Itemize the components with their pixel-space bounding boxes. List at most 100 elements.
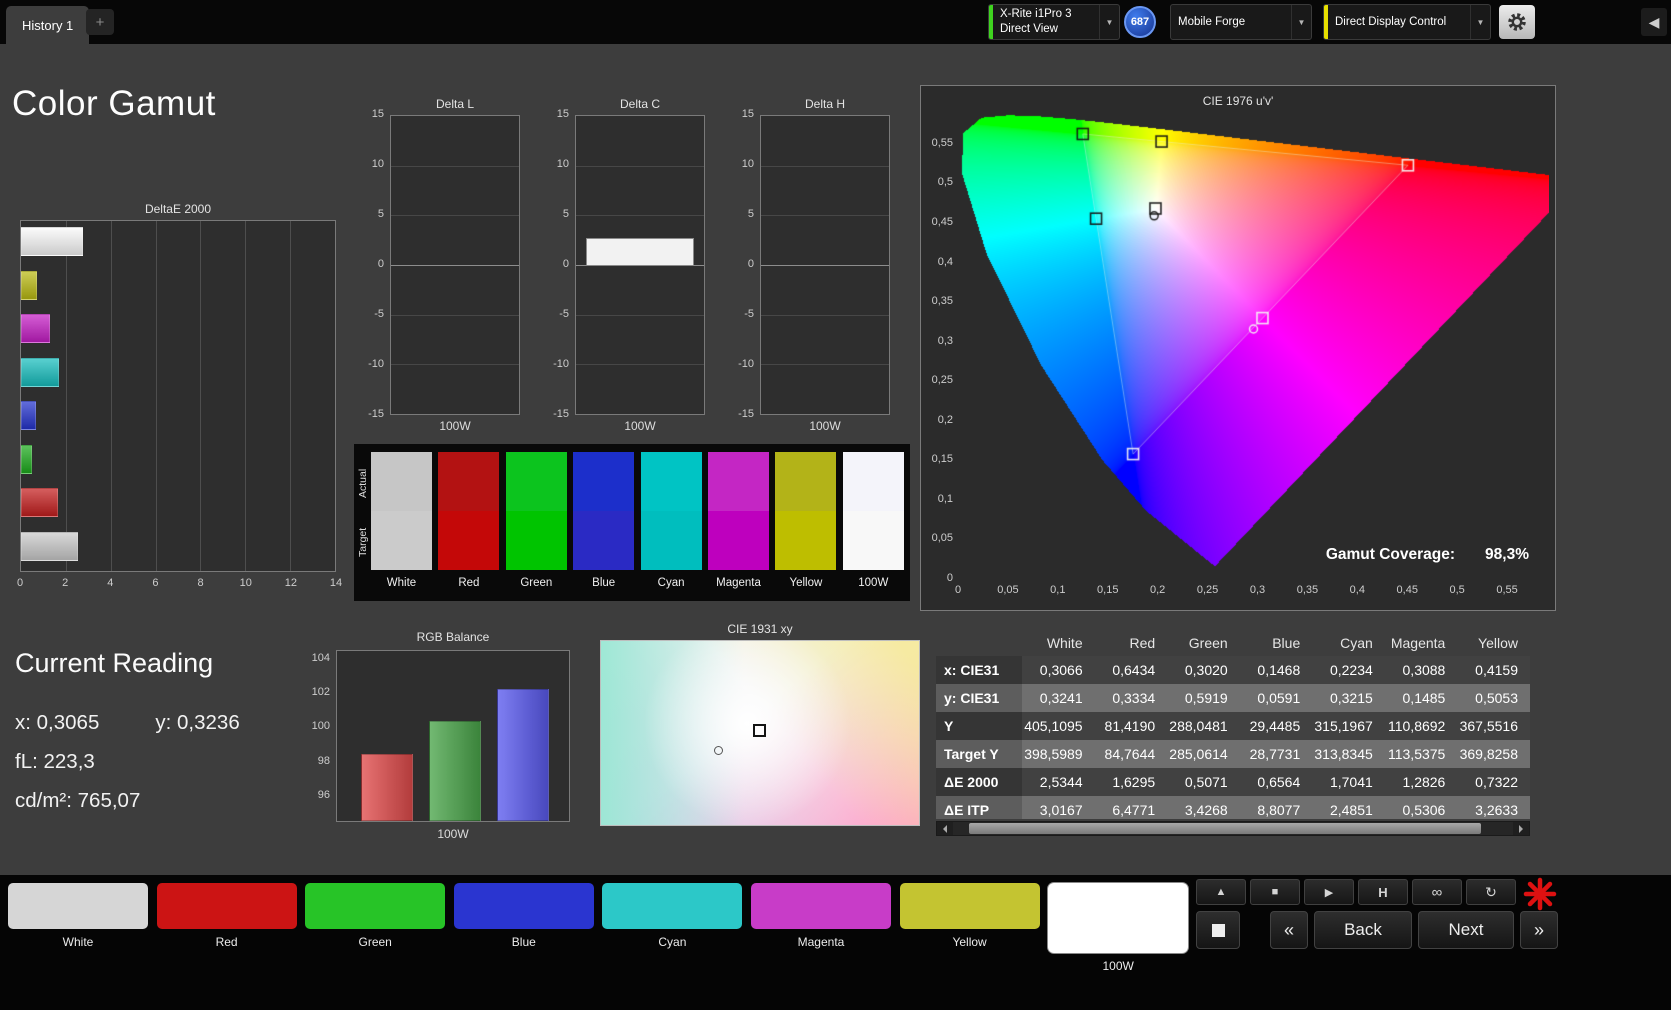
scrollbar-right-arrow-icon[interactable] bbox=[1513, 822, 1529, 835]
axis-tick-label: -5 bbox=[559, 308, 569, 320]
gridline bbox=[391, 314, 519, 316]
axis-tick-label: -10 bbox=[738, 358, 754, 370]
loop-icon: ∞ bbox=[1431, 883, 1443, 901]
pattern-button-blue[interactable] bbox=[453, 883, 594, 929]
axis-tick-label: 4 bbox=[107, 577, 114, 589]
back-button[interactable]: Back bbox=[1314, 911, 1412, 949]
display-control-name: Direct Display Control bbox=[1335, 15, 1447, 28]
axis-tick-label: 0,3 bbox=[1249, 584, 1266, 596]
table-cell: 0,3215 bbox=[1312, 684, 1385, 712]
delta-plot-delta-h bbox=[760, 115, 890, 415]
pattern-button-magenta[interactable] bbox=[751, 883, 891, 929]
reading-xy: x: 0,3065 bbox=[15, 711, 100, 734]
pattern-button-100w[interactable] bbox=[1048, 883, 1189, 953]
swatch-blue-target bbox=[573, 511, 635, 570]
scrollbar-left-arrow-icon[interactable] bbox=[937, 822, 953, 835]
meter-name: X-Rite i1Pro 3 bbox=[1000, 8, 1072, 21]
swatch-yellow-target bbox=[775, 511, 837, 570]
table-cell: 0,4159 bbox=[1457, 656, 1530, 684]
chart-title: Delta L bbox=[435, 97, 475, 111]
settings-button[interactable] bbox=[1499, 5, 1535, 39]
cie1931-title: CIE 1931 xy bbox=[727, 622, 793, 636]
gridline bbox=[155, 221, 157, 571]
table-cell: 0,1485 bbox=[1384, 684, 1458, 712]
swatch-green-actual bbox=[505, 452, 567, 511]
table-cell: 6,4771 bbox=[1094, 796, 1168, 819]
gridline bbox=[761, 165, 889, 167]
next-button[interactable]: Next bbox=[1418, 911, 1514, 949]
axis-tick-label: 0,5 bbox=[1449, 584, 1465, 596]
deltae-bar-cyan bbox=[21, 357, 60, 387]
meter-dropdown[interactable]: X-Rite i1Pro 3 Direct View ▼ bbox=[988, 4, 1120, 40]
table-cell: 285,0614 bbox=[1167, 740, 1240, 768]
gridline bbox=[391, 215, 519, 217]
pattern-button-cyan[interactable] bbox=[602, 883, 743, 929]
transport-loop-button[interactable]: ∞ bbox=[1412, 879, 1462, 905]
axis-tick-label: 0 bbox=[562, 258, 569, 270]
table-cell: 28,7731 bbox=[1239, 740, 1313, 768]
pattern-button-red[interactable] bbox=[156, 883, 297, 929]
transport-pause-button[interactable]: H bbox=[1358, 879, 1408, 905]
bottom-bar: White Red Green Blue Cyan Magenta Yellow 100W ▲… bbox=[0, 875, 1671, 1010]
skip-forward-button[interactable]: » bbox=[1520, 911, 1558, 949]
pattern-button-green[interactable] bbox=[305, 883, 446, 929]
scrollbar-thumb[interactable] bbox=[969, 823, 1481, 834]
deltae2000-chart bbox=[20, 220, 336, 572]
chart-title: Delta C bbox=[619, 97, 660, 111]
gridline bbox=[761, 215, 889, 217]
collapse-panel-button[interactable]: ◀ bbox=[1641, 8, 1667, 36]
reading-x-value: 0,3065 bbox=[36, 711, 100, 734]
table-row: y: CIE31 0,3241 0,3334 0,5919 0,0591 0,3215 0,… bbox=[936, 684, 1530, 712]
pattern-button-white[interactable] bbox=[8, 883, 148, 929]
axis-tick-label: 10 bbox=[371, 158, 384, 170]
pattern-label: Green bbox=[358, 935, 392, 949]
table-cell: 0,3334 bbox=[1094, 684, 1168, 712]
reading-fl-value: 223,3 bbox=[43, 750, 95, 773]
axis-tick-label: 0,3 bbox=[937, 334, 953, 347]
rgb-bar-green bbox=[429, 721, 481, 821]
transport-stop-button[interactable]: ■ bbox=[1250, 879, 1300, 905]
swatch-yellow-actual bbox=[775, 452, 837, 511]
table-cell: 0,1468 bbox=[1239, 656, 1313, 684]
gridline bbox=[576, 215, 704, 217]
table-scrollbar[interactable] bbox=[936, 821, 1530, 836]
axis-label: 100W bbox=[439, 419, 471, 433]
column-header: White bbox=[1046, 635, 1083, 651]
gridline bbox=[391, 165, 519, 167]
delta-bar bbox=[586, 238, 694, 266]
table-cell: 2,5344 bbox=[1022, 768, 1095, 796]
axis-tick-label: 15 bbox=[741, 108, 754, 120]
table-cell: 29,4485 bbox=[1239, 712, 1313, 740]
column-header: Red bbox=[1129, 635, 1156, 651]
axis-tick-label: 0 bbox=[747, 258, 754, 270]
scrollbar-track[interactable] bbox=[953, 822, 1513, 835]
table-cell: 110,8692 bbox=[1384, 712, 1458, 740]
axis-tick-label: 0 bbox=[377, 258, 384, 270]
pattern-window-button[interactable] bbox=[1196, 911, 1240, 949]
table-cell: 405,1095 bbox=[1022, 712, 1095, 740]
source-dropdown[interactable]: Mobile Forge ▼ bbox=[1170, 4, 1312, 40]
axis-tick-label: 14 bbox=[329, 577, 343, 589]
cie1931-chart bbox=[600, 640, 920, 826]
meter-count-badge[interactable]: 687 bbox=[1124, 6, 1156, 38]
skip-back-button[interactable]: « bbox=[1270, 911, 1308, 949]
transport-refresh-button[interactable]: ↻ bbox=[1466, 879, 1516, 905]
axis-tick-label: 2 bbox=[62, 577, 69, 589]
axis-tick-label: 0 bbox=[16, 577, 24, 589]
tab-label: History 1 bbox=[22, 17, 74, 33]
rgb-balance-x-label: 100W bbox=[437, 827, 469, 841]
reading-fl: fL: 223,3 bbox=[15, 750, 95, 773]
pattern-button-yellow[interactable] bbox=[899, 883, 1040, 929]
axis-tick-label: 0,15 bbox=[1097, 584, 1119, 596]
add-tab-button[interactable]: + bbox=[86, 9, 114, 35]
deltae-bar-green bbox=[21, 444, 33, 474]
display-control-dropdown[interactable]: Direct Display Control ▼ bbox=[1323, 4, 1491, 40]
tab-history-1[interactable]: History 1 bbox=[6, 6, 90, 44]
axis-tick-label: 100 bbox=[311, 720, 330, 733]
axis-tick-label: 12 bbox=[284, 577, 297, 589]
transport-up-button[interactable]: ▲ bbox=[1196, 879, 1246, 905]
swatch-green-target bbox=[505, 511, 567, 570]
target-marker-icon bbox=[753, 724, 766, 738]
axis-tick-label: -15 bbox=[368, 408, 384, 420]
transport-play-button[interactable]: ▶ bbox=[1304, 879, 1354, 905]
